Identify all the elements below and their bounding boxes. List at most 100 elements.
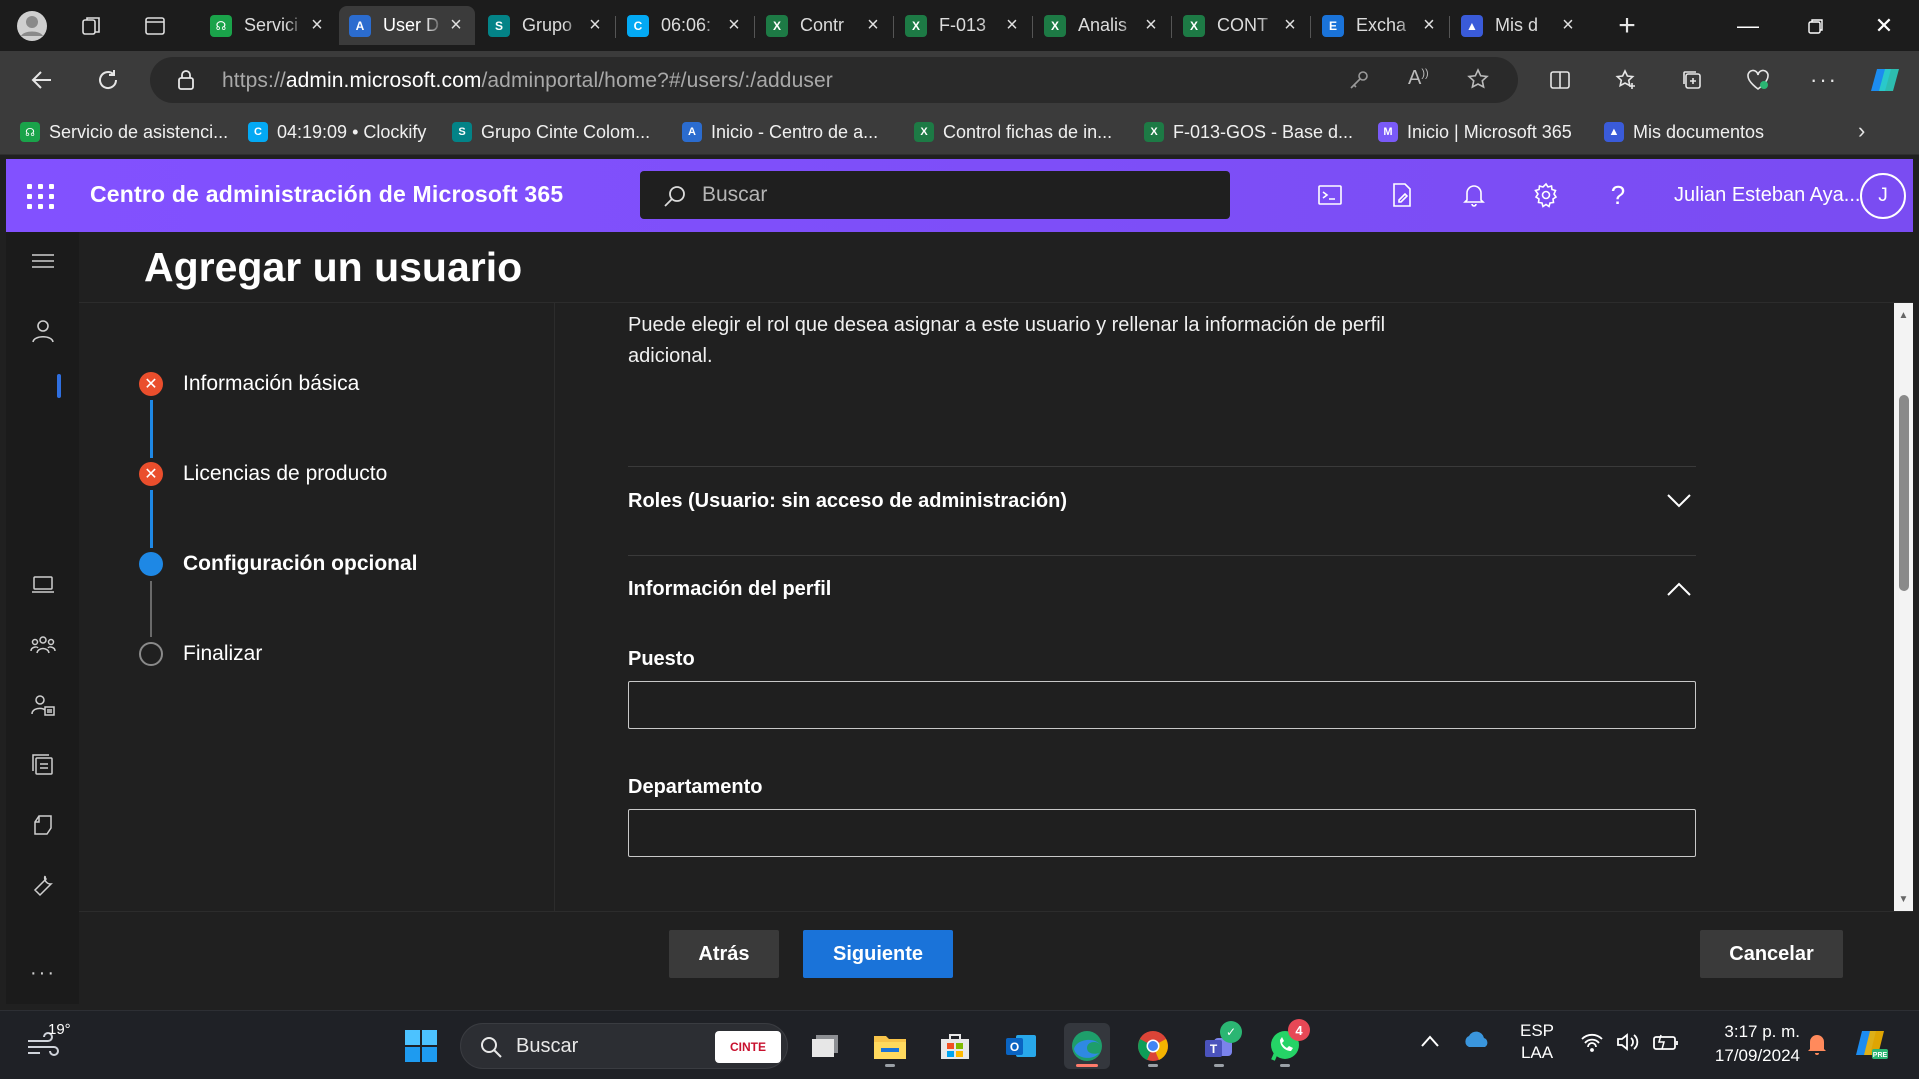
collections-icon[interactable] [1672, 61, 1712, 99]
scroll-down-arrow-icon[interactable]: ▼ [1894, 889, 1913, 909]
restore-button[interactable] [1782, 0, 1850, 51]
chevron-down-icon[interactable] [1662, 484, 1696, 518]
clock[interactable]: 3:17 p. m. 17/09/2024 [1700, 1020, 1800, 1068]
battery-icon[interactable] [1652, 1032, 1680, 1057]
address-bar[interactable]: https://admin.microsoft.com/adminportal/… [150, 57, 1518, 103]
billing-icon[interactable] [26, 748, 60, 782]
browser-tab[interactable]: X CONT × [1173, 6, 1309, 45]
user-roles-icon[interactable] [26, 688, 60, 722]
settings-shield-icon[interactable] [26, 808, 60, 842]
help-icon[interactable]: ? [1600, 177, 1636, 213]
scrollbar[interactable]: ▲ ▼ [1894, 303, 1913, 911]
back-arrow-icon[interactable] [22, 61, 62, 99]
scrollbar-thumb[interactable] [1899, 395, 1909, 591]
chevron-right-icon[interactable]: › [1858, 118, 1865, 144]
step-basic-info[interactable]: ✕ Información básica [139, 368, 359, 400]
key-icon[interactable] [1348, 69, 1370, 96]
close-tab-icon[interactable]: × [725, 14, 743, 37]
search-box[interactable] [640, 171, 1230, 219]
user-icon[interactable] [26, 314, 60, 348]
favorite-link[interactable]: X Control fichas de in... [914, 119, 1112, 145]
app-launcher-icon[interactable] [26, 181, 56, 211]
next-button[interactable]: Siguiente [803, 930, 953, 978]
taskbar-search[interactable]: Buscar CINTE [460, 1023, 788, 1069]
browser-tab[interactable]: ▲ Mis d × [1451, 6, 1587, 45]
language-indicator[interactable]: ESP LAA [1520, 1020, 1554, 1064]
split-screen-icon[interactable] [1540, 61, 1580, 99]
chrome-icon[interactable] [1130, 1023, 1176, 1069]
browser-tab[interactable]: A User D × [339, 6, 475, 45]
close-tab-icon[interactable]: × [864, 14, 882, 37]
favorite-link[interactable]: C 04:19:09 • Clockify [248, 119, 426, 145]
back-button[interactable]: Atrás [669, 930, 779, 978]
avatar[interactable]: J [1860, 173, 1906, 219]
volume-icon[interactable] [1616, 1032, 1642, 1057]
browser-tab[interactable]: C 06:06: × [617, 6, 753, 45]
browser-essentials-icon[interactable] [1738, 61, 1778, 99]
lock-icon[interactable] [176, 69, 196, 96]
profile-icon[interactable] [14, 8, 50, 44]
close-tab-icon[interactable]: × [1003, 14, 1021, 37]
cancel-button[interactable]: Cancelar [1700, 930, 1843, 978]
favorite-star-icon[interactable] [1466, 67, 1490, 96]
teams-groups-icon[interactable] [26, 628, 60, 662]
copilot-taskbar-icon[interactable]: PRE [1854, 1025, 1890, 1066]
close-tab-icon[interactable]: × [1281, 14, 1299, 37]
new-tab-button[interactable]: + [1609, 8, 1645, 44]
more-menu-icon[interactable]: ··· [1804, 61, 1844, 99]
browser-tab[interactable]: X F-013 × [895, 6, 1031, 45]
app-title[interactable]: Centro de administración de Microsoft 36… [90, 181, 563, 208]
setup-wrench-icon[interactable] [26, 868, 60, 902]
task-view-icon[interactable] [802, 1023, 848, 1069]
favorite-link[interactable]: A Inicio - Centro de a... [682, 119, 878, 145]
close-tab-icon[interactable]: × [586, 14, 604, 37]
step-optional-settings[interactable]: Configuración opcional [139, 548, 418, 580]
favorites-icon[interactable] [1606, 61, 1646, 99]
workspaces-icon[interactable] [74, 8, 110, 44]
devices-icon[interactable] [26, 568, 60, 602]
search-input[interactable] [702, 179, 1202, 211]
job-title-field[interactable] [628, 681, 1696, 729]
terminal-icon[interactable] [1312, 177, 1348, 213]
profile-info-accordion[interactable]: Información del perfil [628, 569, 1696, 609]
edge-browser-icon[interactable] [1064, 1023, 1110, 1069]
chevron-up-icon[interactable] [1662, 572, 1696, 606]
browser-tab[interactable]: S Grupo × [478, 6, 614, 45]
favorite-link[interactable]: ☊ Servicio de asistenci... [20, 119, 228, 145]
browser-tab[interactable]: E Excha × [1312, 6, 1448, 45]
notification-bell-icon[interactable] [1806, 1032, 1828, 1061]
bell-icon[interactable] [1456, 177, 1492, 213]
step-product-licenses[interactable]: ✕ Licencias de producto [139, 458, 387, 490]
step-finish[interactable]: Finalizar [139, 638, 262, 670]
close-tab-icon[interactable]: × [1420, 14, 1438, 37]
browser-tab[interactable]: X Contr × [756, 6, 892, 45]
outlook-icon[interactable]: O [998, 1023, 1044, 1069]
refresh-icon[interactable] [88, 61, 128, 99]
gear-icon[interactable] [1528, 177, 1564, 213]
close-tab-icon[interactable]: × [1142, 14, 1160, 37]
favorite-link[interactable]: M Inicio | Microsoft 365 [1378, 119, 1572, 145]
copilot-icon[interactable] [1866, 61, 1906, 99]
browser-tab[interactable]: X Analis × [1034, 6, 1170, 45]
favorite-link[interactable]: X F-013-GOS - Base d... [1144, 119, 1353, 145]
close-tab-icon[interactable]: × [308, 14, 326, 37]
close-window-button[interactable]: ✕ [1850, 0, 1918, 51]
wifi-icon[interactable] [1580, 1032, 1604, 1057]
chevron-up-tray-icon[interactable] [1420, 1031, 1440, 1054]
teams-icon[interactable]: T ✓ [1196, 1021, 1242, 1069]
roles-accordion[interactable]: Roles (Usuario: sin acceso de administra… [628, 481, 1696, 521]
microsoft-store-icon[interactable] [932, 1023, 978, 1069]
onedrive-cloud-icon[interactable] [1462, 1029, 1492, 1054]
close-tab-icon[interactable]: × [1559, 14, 1577, 37]
whatsapp-icon[interactable]: 4 [1262, 1019, 1310, 1069]
department-field[interactable] [628, 809, 1696, 857]
file-explorer-icon[interactable] [867, 1023, 913, 1069]
favorite-link[interactable]: ▲ Mis documentos [1604, 119, 1764, 145]
url-text[interactable]: https://admin.microsoft.com/adminportal/… [222, 69, 833, 93]
scroll-up-arrow-icon[interactable]: ▲ [1894, 305, 1913, 325]
weather-temperature[interactable]: 19° [48, 1021, 71, 1038]
browser-tab[interactable]: ☊ Servici × [200, 6, 336, 45]
minimize-button[interactable]: — [1714, 0, 1782, 51]
document-pen-icon[interactable] [1384, 177, 1420, 213]
tab-actions-icon[interactable] [137, 8, 173, 44]
